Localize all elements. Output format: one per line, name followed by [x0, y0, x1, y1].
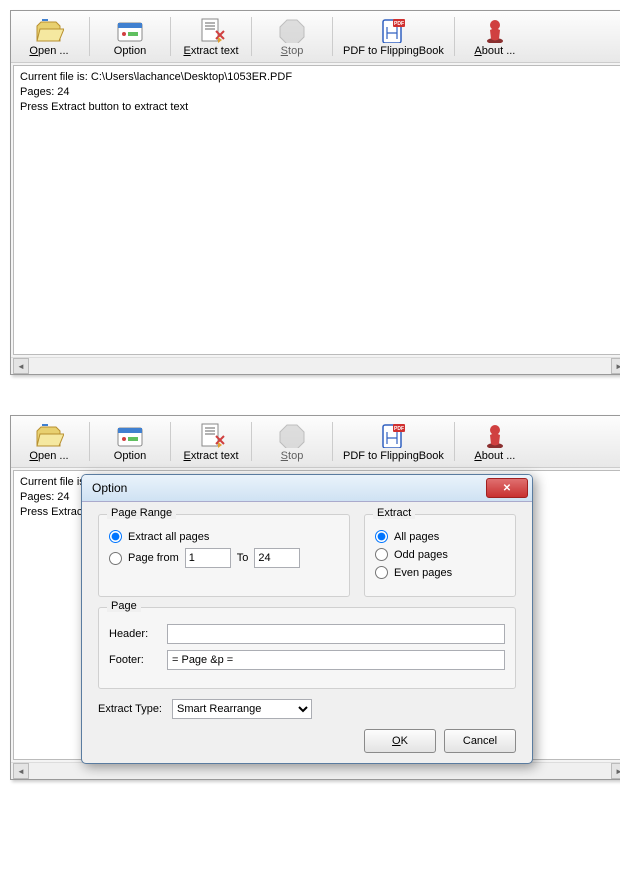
header-label: Header: [109, 628, 159, 640]
separator [454, 422, 455, 461]
radio-label: Extract all pages [128, 531, 209, 543]
separator [454, 17, 455, 56]
separator [251, 17, 252, 56]
extract-type-select[interactable]: Smart Rearrange [172, 699, 312, 719]
open-label: Open ... [29, 45, 68, 57]
person-icon [479, 421, 511, 449]
stop-icon [276, 421, 308, 449]
option-icon [114, 16, 146, 44]
pdf-icon [377, 16, 409, 44]
radio-label: Page from [128, 552, 179, 564]
folder-open-icon [33, 16, 65, 44]
extract-label: Extract text [183, 450, 238, 462]
close-icon: ✕ [503, 483, 511, 494]
scroll-right-icon[interactable]: ► [611, 358, 620, 374]
horizontal-scrollbar[interactable]: ◄ ► [11, 357, 620, 374]
option-label: Option [114, 45, 146, 57]
pdf-label: PDF to FlippingBook [343, 45, 444, 57]
stop-button[interactable]: Stop [254, 13, 330, 60]
status-line: Current file is: C:\Users\lachance\Deskt… [20, 70, 620, 85]
pdf-icon [377, 421, 409, 449]
page-group: Page Header: Footer: [98, 607, 516, 689]
main-window-1: Open ... Option Extract text Stop PDF to… [10, 10, 620, 375]
dialog-titlebar[interactable]: Option ✕ [82, 475, 532, 502]
option-dialog: Option ✕ Page Range Extract all pages Pa… [81, 474, 533, 764]
extract-button[interactable]: Extract text [173, 418, 249, 465]
ok-button[interactable]: OK [364, 729, 436, 753]
pdf-flippingbook-button[interactable]: PDF to FlippingBook [335, 13, 452, 60]
dialog-body: Page Range Extract all pages Page from T… [82, 502, 532, 763]
dialog-title: Option [92, 481, 127, 495]
page-to-input[interactable] [254, 548, 300, 568]
pdf-label: PDF to FlippingBook [343, 450, 444, 462]
stop-button[interactable]: Stop [254, 418, 330, 465]
all-pages-radio[interactable] [375, 530, 388, 543]
extract-type-label: Extract Type: [98, 703, 162, 715]
close-button[interactable]: ✕ [486, 478, 528, 498]
page-from-radio[interactable] [109, 552, 122, 565]
group-title: Page Range [107, 507, 176, 519]
folder-open-icon [33, 421, 65, 449]
toolbar: Open ... Option Extract text Stop PDF to… [11, 11, 620, 63]
main-window-2: Open ... Option Extract text Stop PDF to… [10, 415, 620, 780]
extract-all-radio[interactable] [109, 530, 122, 543]
group-title: Extract [373, 507, 415, 519]
person-icon [479, 16, 511, 44]
status-line: Pages: 24 [20, 85, 620, 100]
stop-label: Stop [281, 450, 304, 462]
open-button[interactable]: Open ... [11, 418, 87, 465]
about-label: About ... [474, 450, 515, 462]
scroll-right-icon[interactable]: ► [611, 763, 620, 779]
separator [170, 17, 171, 56]
extract-group: Extract All pages Odd pages Even pages [364, 514, 516, 597]
group-title: Page [107, 600, 141, 612]
separator [332, 422, 333, 461]
pdf-flippingbook-button[interactable]: PDF to FlippingBook [335, 418, 452, 465]
separator [332, 17, 333, 56]
option-label: Option [114, 450, 146, 462]
separator [89, 17, 90, 56]
about-button[interactable]: About ... [457, 13, 533, 60]
horizontal-scrollbar[interactable]: ◄ ► [11, 762, 620, 779]
footer-input[interactable] [167, 650, 505, 670]
extract-icon [195, 16, 227, 44]
separator [89, 422, 90, 461]
separator [251, 422, 252, 461]
stop-label: Stop [281, 45, 304, 57]
scroll-left-icon[interactable]: ◄ [13, 358, 29, 374]
status-line: Press Extract button to extract text [20, 100, 620, 115]
option-button[interactable]: Option [92, 13, 168, 60]
odd-pages-radio[interactable] [375, 548, 388, 561]
about-button[interactable]: About ... [457, 418, 533, 465]
cancel-button[interactable]: Cancel [444, 729, 516, 753]
radio-label: Even pages [394, 567, 452, 579]
log-area: Current file is: C:\Users\lachance\Deskt… [13, 65, 620, 355]
extract-button[interactable]: Extract text [173, 13, 249, 60]
open-button[interactable]: Open ... [11, 13, 87, 60]
option-button[interactable]: Option [92, 418, 168, 465]
extract-label: Extract text [183, 45, 238, 57]
option-icon [114, 421, 146, 449]
scroll-left-icon[interactable]: ◄ [13, 763, 29, 779]
page-from-input[interactable] [185, 548, 231, 568]
to-label: To [237, 552, 249, 564]
about-label: About ... [474, 45, 515, 57]
open-label: Open ... [29, 450, 68, 462]
radio-label: All pages [394, 531, 439, 543]
even-pages-radio[interactable] [375, 566, 388, 579]
stop-icon [276, 16, 308, 44]
toolbar: Open ... Option Extract text Stop PDF to… [11, 416, 620, 468]
radio-label: Odd pages [394, 549, 448, 561]
separator [170, 422, 171, 461]
footer-label: Footer: [109, 654, 159, 666]
page-range-group: Page Range Extract all pages Page from T… [98, 514, 350, 597]
header-input[interactable] [167, 624, 505, 644]
extract-icon [195, 421, 227, 449]
